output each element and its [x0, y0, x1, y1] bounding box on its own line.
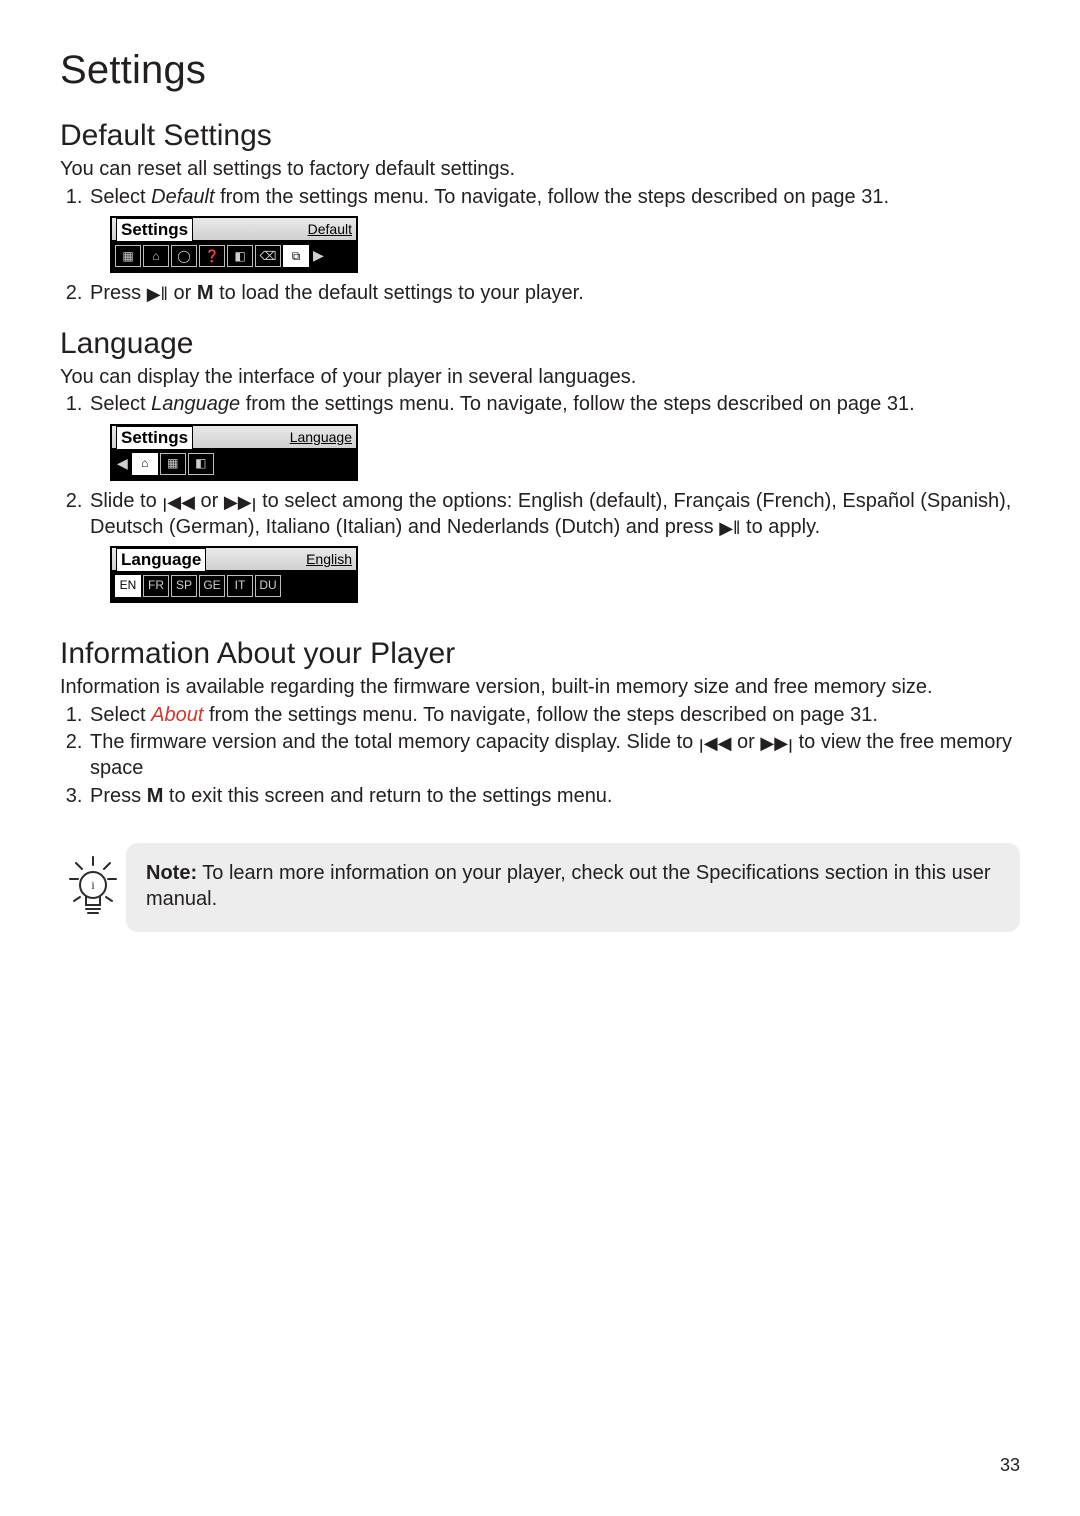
emph-language: Language [151, 393, 240, 415]
m-button-ref: M [197, 282, 214, 304]
lcd-arrow-right-icon: ▶ [311, 247, 326, 265]
page-number: 33 [1000, 1455, 1020, 1476]
prev-track-icon: ꞁ◀◀ [162, 492, 195, 512]
lcd-icon: ⌂ [143, 245, 169, 267]
heading-info: Information About your Player [60, 637, 1020, 671]
heading-language: Language [60, 327, 1020, 361]
lcd-icon-selected: ⧉ [283, 245, 309, 267]
prev-track-icon: ꞁ◀◀ [699, 733, 732, 753]
default-step-1: Select Default from the settings menu. T… [88, 185, 1020, 274]
lcd-language-select: Language English EN FR SP GE IT DU [110, 546, 358, 603]
lcd-lang-ge: GE [199, 575, 225, 597]
note-text: To learn more information on your player… [146, 862, 991, 910]
info-intro: Information is available regarding the f… [60, 675, 1020, 701]
lcd-icon: ❓ [199, 245, 225, 267]
lcd-icon-selected: ⌂ [132, 453, 158, 475]
language-step-1: Select Language from the settings menu. … [88, 392, 1020, 481]
m-button-ref: M [147, 785, 164, 807]
page-title: Settings [60, 48, 1020, 93]
default-intro: You can reset all settings to factory de… [60, 157, 1020, 183]
lcd-language-settings: Settings Language ◀ ⌂ ▦ ◧ [110, 424, 358, 481]
lcd-tab: Settings [116, 426, 193, 449]
lcd-lang-sp: SP [171, 575, 197, 597]
info-step-3: Press M to exit this screen and return t… [88, 784, 1020, 810]
play-pause-icon: ▶ǁ [147, 284, 168, 304]
lcd-arrow-left-icon: ◀ [115, 455, 130, 473]
lcd-selected-label: Language [290, 429, 352, 448]
next-track-icon: ▶▶ꞁ [760, 733, 793, 753]
next-track-icon: ▶▶ꞁ [224, 492, 257, 512]
lcd-selected-label: English [306, 551, 352, 570]
lightbulb-icon: i [60, 849, 126, 927]
default-steps: Select Default from the settings menu. T… [60, 185, 1020, 307]
lcd-tab: Settings [116, 218, 193, 241]
note-label: Note: [146, 862, 197, 884]
language-steps: Select Language from the settings menu. … [60, 392, 1020, 603]
emph-about: About [151, 704, 203, 726]
play-pause-icon: ▶ǁ [719, 518, 740, 538]
emph-default: Default [151, 186, 214, 208]
lcd-icon: ◯ [171, 245, 197, 267]
lcd-icon: ◧ [188, 453, 214, 475]
lcd-selected-label: Default [308, 221, 352, 240]
lcd-default: Settings Default ▦ ⌂ ◯ ❓ ◧ ⌫ ⧉ ▶ [110, 216, 358, 273]
note: i Note: To learn more information on you… [60, 843, 1020, 932]
note-box: Note: To learn more information on your … [126, 843, 1020, 932]
lcd-icon: ▦ [115, 245, 141, 267]
heading-default-settings: Default Settings [60, 119, 1020, 153]
lcd-lang-du: DU [255, 575, 281, 597]
svg-text:i: i [91, 878, 95, 892]
lcd-icon: ◧ [227, 245, 253, 267]
lcd-icon: ▦ [160, 453, 186, 475]
lcd-icon: ⌫ [255, 245, 281, 267]
info-step-1: Select About from the settings menu. To … [88, 703, 1020, 729]
lcd-lang-it: IT [227, 575, 253, 597]
language-intro: You can display the interface of your pl… [60, 365, 1020, 391]
info-step-2: The firmware version and the total memor… [88, 730, 1020, 781]
default-step-2: Press ▶ǁ or M to load the default settin… [88, 281, 1020, 307]
lcd-lang-fr: FR [143, 575, 169, 597]
lcd-lang-en: EN [115, 575, 141, 597]
language-step-2: Slide to ꞁ◀◀ or ▶▶ꞁ to select among the … [88, 489, 1020, 603]
info-steps: Select About from the settings menu. To … [60, 703, 1020, 809]
lcd-tab: Language [116, 548, 206, 571]
